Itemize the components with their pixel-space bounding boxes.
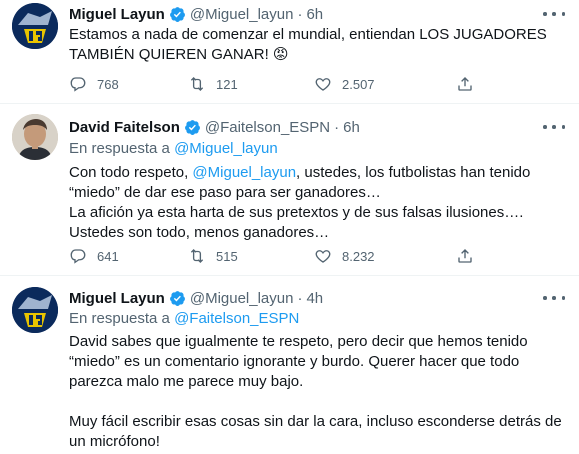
- retweet-count: 515: [216, 248, 238, 264]
- display-name[interactable]: Miguel Layun: [69, 290, 165, 307]
- avatar[interactable]: [12, 287, 58, 333]
- more-horizontal-icon[interactable]: [543, 7, 565, 21]
- reply-to-link[interactable]: @Miguel_layun: [174, 140, 278, 157]
- heart-icon: [315, 250, 331, 263]
- display-name[interactable]: David Faitelson: [69, 119, 180, 136]
- tweet-actions: 768 121 2.507: [69, 75, 489, 95]
- tweet-text-line: La afición ya esta harta de sus pretexto…: [69, 204, 524, 221]
- timestamp[interactable]: 6h: [343, 119, 360, 136]
- tweet-text-line: “miedo” de dar ese paso para ser ganador…: [69, 184, 381, 201]
- tweet-text-line: Muy fácil escribir esas cosas sin dar la…: [69, 413, 562, 430]
- tweet-text: Estamos a nada de comenzar el mundial, e…: [69, 25, 564, 65]
- tweet-text: David sabes que igualmente te respeto, p…: [69, 332, 564, 452]
- separator-dot: ·: [334, 118, 340, 136]
- verified-badge-icon: [184, 119, 201, 136]
- reply-count: 768: [97, 76, 119, 92]
- like-button[interactable]: 2.507: [314, 75, 375, 93]
- retweet-button[interactable]: 121: [188, 75, 238, 93]
- heart-icon: [315, 78, 331, 91]
- tweet-text-line: un micrófono!: [69, 433, 160, 450]
- reply-context: En respuesta a @Miguel_layun: [69, 140, 278, 157]
- more-horizontal-icon[interactable]: [543, 120, 565, 134]
- share-icon: [458, 77, 472, 91]
- tweet-text-line: parezca malo me parece muy bajo.: [69, 373, 304, 390]
- tweet-miguel-layun-2[interactable]: Miguel Layun @Miguel_layun · 4h En respu…: [0, 275, 579, 454]
- reply-icon: [70, 249, 86, 264]
- share-icon: [458, 249, 472, 263]
- text-segment: Con todo respeto,: [69, 164, 193, 181]
- handle[interactable]: @Miguel_layun: [190, 6, 294, 23]
- like-button[interactable]: 8.232: [314, 247, 375, 265]
- tweet-actions: 641 515 8.232: [69, 247, 489, 267]
- retweet-button[interactable]: 515: [188, 247, 238, 265]
- tweet-header: Miguel Layun @Miguel_layun · 4h: [69, 288, 323, 308]
- verified-badge-icon: [169, 6, 186, 23]
- tweet-text-line: [69, 392, 564, 412]
- reply-icon: [70, 77, 86, 92]
- reply-context: En respuesta a @Faitelson_ESPN: [69, 310, 299, 327]
- display-name[interactable]: Miguel Layun: [69, 6, 165, 23]
- tweet-text-line: Con todo respeto, @Miguel_layun, ustedes…: [69, 163, 564, 183]
- more-horizontal-icon[interactable]: [543, 291, 565, 305]
- mention-link[interactable]: @Miguel_layun: [192, 164, 296, 181]
- retweet-icon: [190, 77, 204, 91]
- tweet-text-line: Ustedes son todo, menos ganadores…: [69, 224, 330, 241]
- share-button[interactable]: [456, 75, 484, 93]
- reply-button[interactable]: 641: [69, 247, 119, 265]
- reply-to-link[interactable]: @Faitelson_ESPN: [174, 310, 299, 327]
- handle[interactable]: @Miguel_layun: [190, 290, 294, 307]
- tweet-text-line: David sabes que igualmente te respeto, p…: [69, 333, 528, 350]
- tweet-miguel-layun-1[interactable]: Miguel Layun @Miguel_layun · 6h Estamos …: [0, 0, 579, 103]
- reply-prefix: En respuesta a: [69, 140, 170, 157]
- timestamp[interactable]: 6h: [306, 6, 323, 23]
- separator-dot: ·: [297, 5, 303, 23]
- tweet-text-line: TAMBIÉN QUIEREN GANAR! 😡: [69, 46, 289, 63]
- handle[interactable]: @Faitelson_ESPN: [205, 119, 330, 136]
- tweet-david-faitelson[interactable]: David Faitelson @Faitelson_ESPN · 6h En …: [0, 103, 579, 275]
- tweet-text-line: “miedo” es un comentario ignorante y bur…: [69, 353, 520, 370]
- tweet-text-line: Estamos a nada de comenzar el mundial, e…: [69, 26, 547, 43]
- tweet-header: Miguel Layun @Miguel_layun · 6h: [69, 4, 323, 24]
- avatar[interactable]: [12, 114, 58, 160]
- text-segment: , ustedes, los futbolistas han tenido: [296, 164, 531, 181]
- avatar[interactable]: [12, 3, 58, 49]
- verified-badge-icon: [169, 290, 186, 307]
- tweet-header: David Faitelson @Faitelson_ESPN · 6h: [69, 117, 360, 137]
- reply-button[interactable]: 768: [69, 75, 119, 93]
- reply-prefix: En respuesta a: [69, 310, 170, 327]
- retweet-count: 121: [216, 76, 238, 92]
- share-button[interactable]: [456, 247, 484, 265]
- reply-count: 641: [97, 248, 119, 264]
- retweet-icon: [190, 249, 204, 263]
- tweet-text: Con todo respeto, @Miguel_layun, ustedes…: [69, 163, 564, 243]
- separator-dot: ·: [297, 289, 303, 307]
- like-count: 8.232: [342, 248, 375, 264]
- timestamp[interactable]: 4h: [306, 290, 323, 307]
- like-count: 2.507: [342, 76, 375, 92]
